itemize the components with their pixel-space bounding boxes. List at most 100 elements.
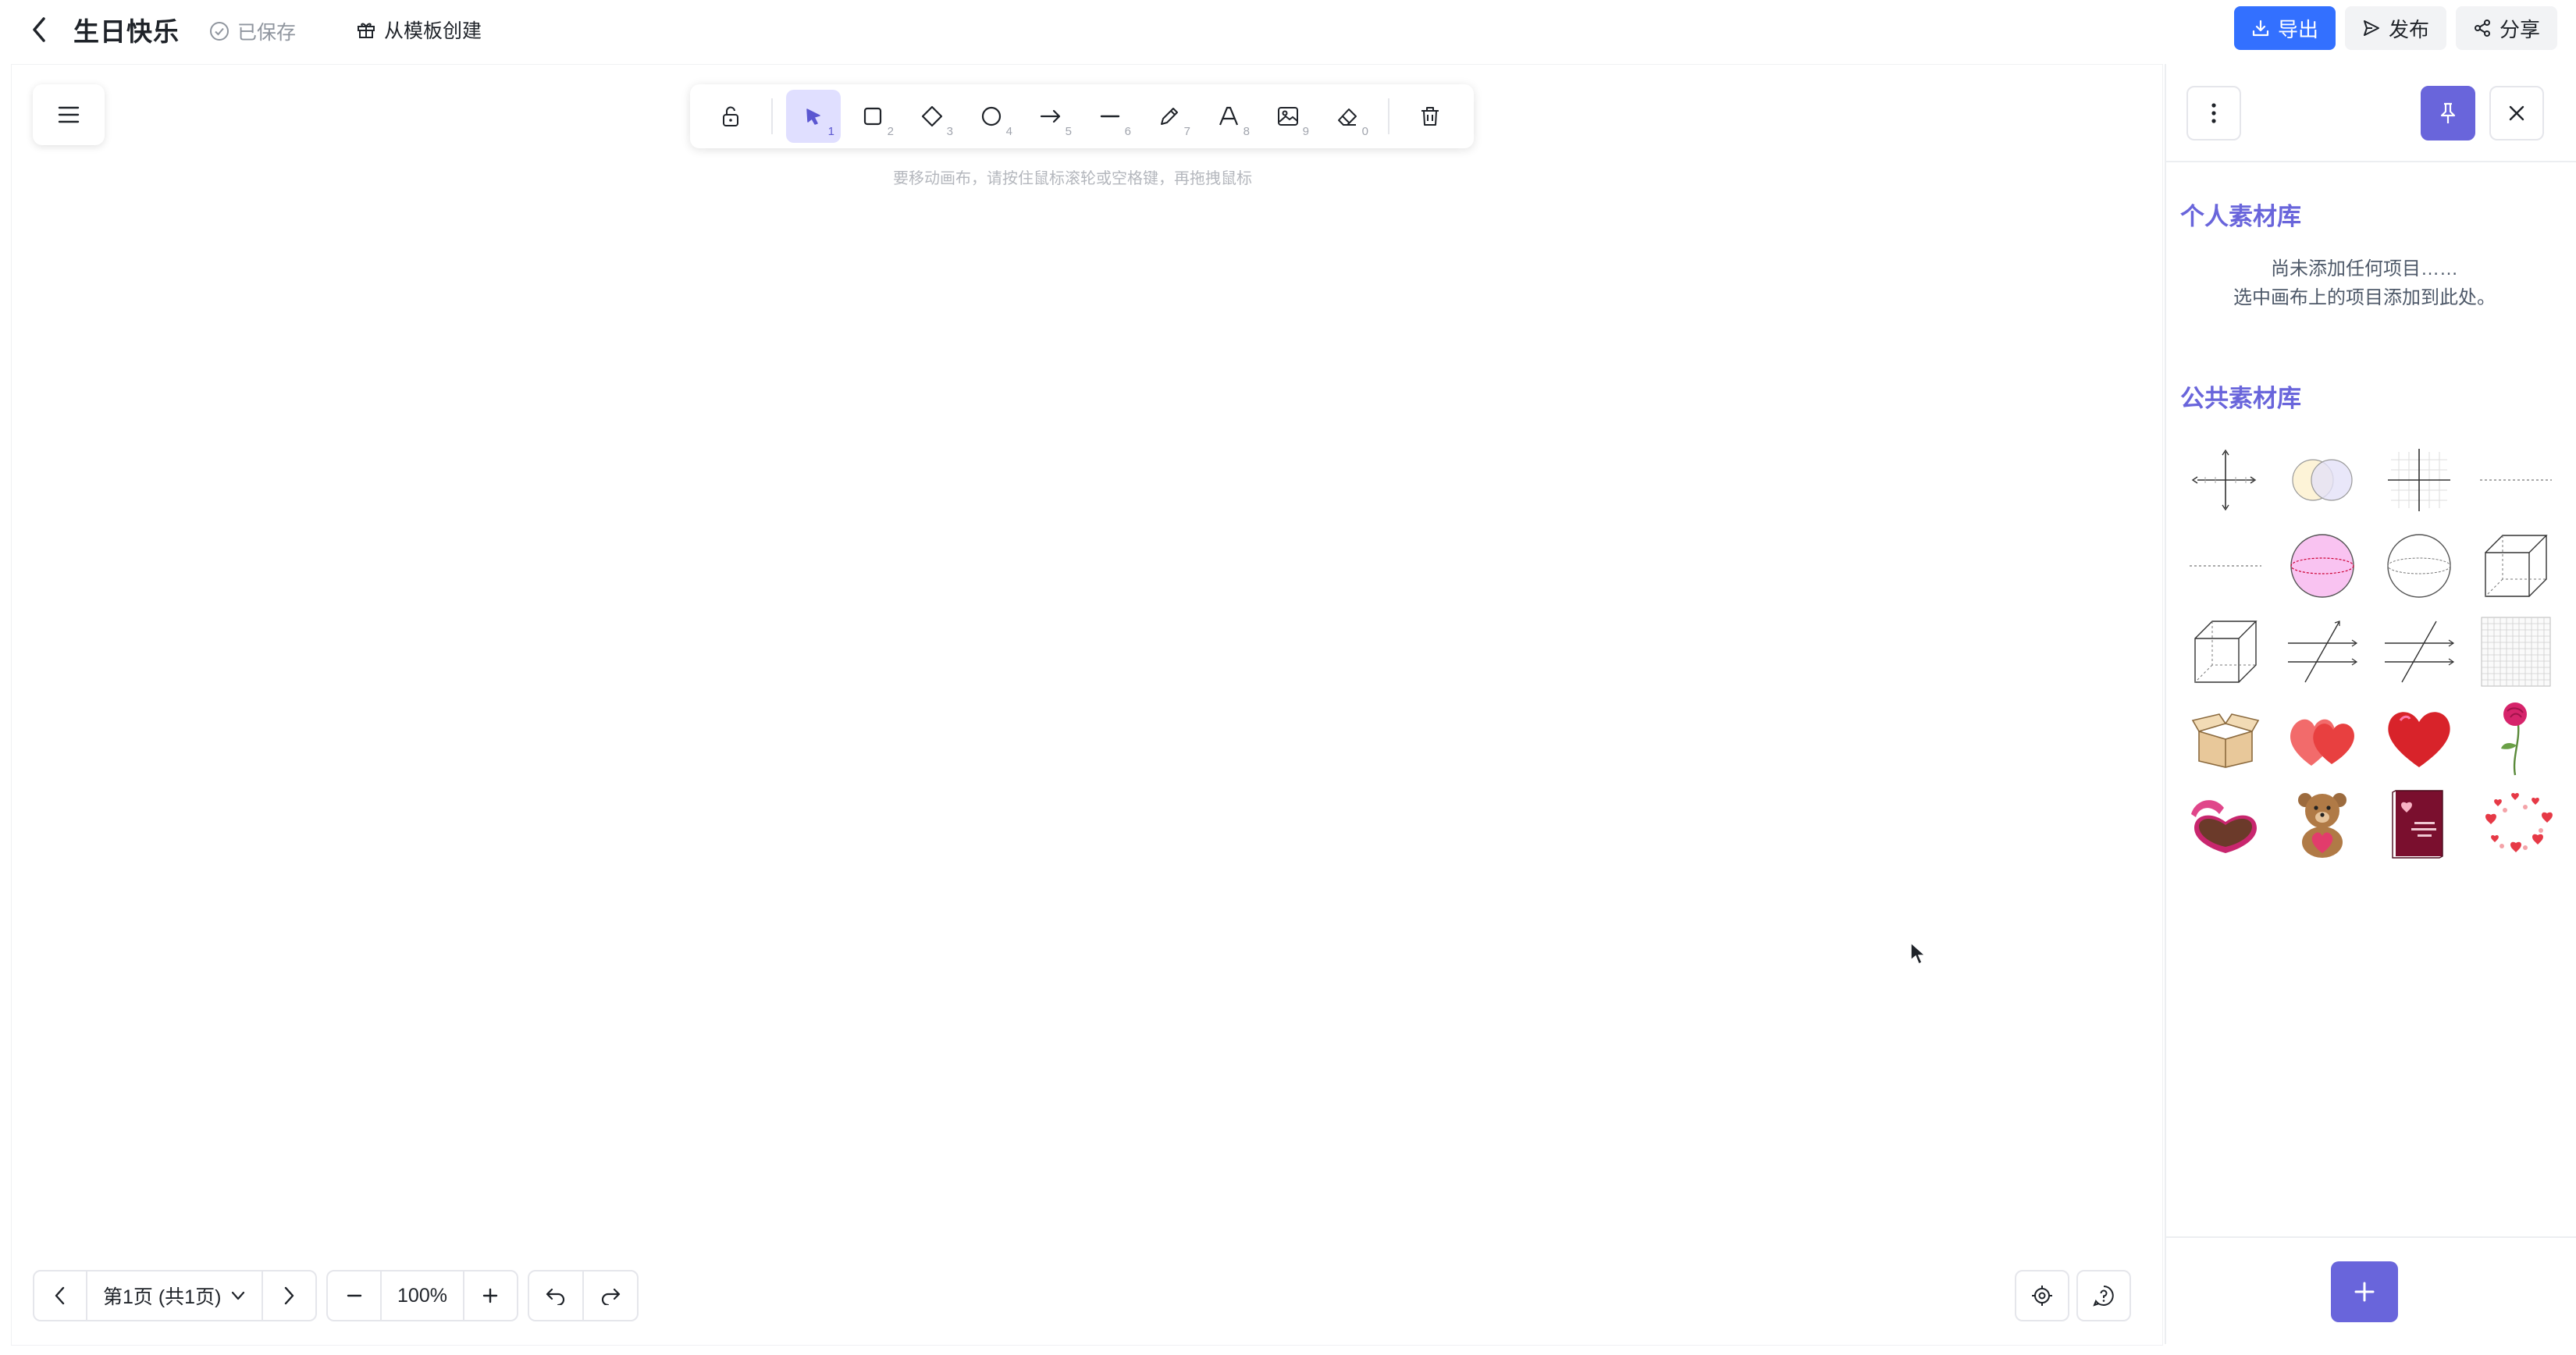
zoom-out-button[interactable] [328, 1271, 380, 1320]
saved-status: 已保存 [209, 17, 296, 45]
main-menu-button[interactable] [33, 84, 105, 145]
grid-axes-icon[interactable] [2371, 437, 2467, 523]
parallel-lines-icon[interactable] [2274, 609, 2371, 695]
library-more-button[interactable] [2186, 86, 2241, 140]
close-panel-button[interactable] [2489, 86, 2544, 140]
send-icon [2363, 20, 2379, 36]
export-button[interactable]: 导出 [2233, 6, 2336, 50]
undo-button[interactable] [529, 1271, 582, 1320]
publish-button[interactable]: 发布 [2344, 6, 2446, 50]
tool-key: 5 [1065, 125, 1072, 138]
recenter-button[interactable] [2015, 1270, 2069, 1321]
tool-select[interactable]: 1 [786, 90, 841, 143]
venn-diagram-icon[interactable] [2274, 437, 2371, 523]
hearts-wreath-icon[interactable] [2467, 781, 2564, 866]
export-label: 导出 [2277, 17, 2318, 41]
hamburger-icon [58, 106, 80, 123]
sphere-icon[interactable] [2371, 523, 2467, 609]
zoom-in-button[interactable] [464, 1271, 517, 1320]
pencil-icon [1161, 108, 1178, 125]
cube-icon[interactable] [2177, 609, 2274, 695]
public-library-grid [2177, 437, 2564, 866]
undo-icon [546, 1288, 565, 1305]
plus-icon [2354, 1282, 2375, 1302]
line-icon [1100, 115, 1120, 118]
chevron-left-icon [55, 1286, 65, 1305]
tool-arrow[interactable]: 5 [1023, 90, 1078, 143]
personal-library-title[interactable]: 个人素材库 [2180, 197, 2301, 232]
chevron-left-icon [33, 17, 45, 42]
arrow-icon [1040, 109, 1061, 123]
gift-box-icon[interactable] [2177, 695, 2274, 781]
tool-line[interactable]: 6 [1083, 90, 1137, 143]
help-icon [2093, 1286, 2114, 1307]
dotted-line-icon[interactable] [2177, 523, 2274, 609]
tool-text[interactable]: 8 [1201, 90, 1256, 143]
page-select[interactable]: 第1页 (共1页) [87, 1271, 262, 1320]
trash-icon [1421, 107, 1439, 126]
pointer-icon [806, 108, 820, 125]
tool-eraser[interactable]: 0 [1320, 90, 1375, 143]
toolbar-divider [1388, 98, 1389, 134]
grid-icon[interactable] [2467, 609, 2564, 695]
panel-footer-divider [2166, 1236, 2576, 1238]
valentine-card-icon[interactable] [2371, 781, 2467, 866]
pin-panel-button[interactable] [2421, 86, 2475, 140]
personal-library-empty: 尚未添加任何项目…… 选中画布上的项目添加到此处。 [2166, 254, 2563, 312]
tool-key: 7 [1183, 125, 1190, 138]
document-title[interactable]: 生日快乐 [73, 11, 180, 48]
tool-ellipse[interactable]: 4 [964, 90, 1019, 143]
chevron-right-icon [285, 1286, 294, 1305]
chocolate-box-icon[interactable] [2177, 781, 2274, 866]
canvas-hint: 要移动画布，请按住鼠标滚轮或空格键，再拖拽鼠标 [893, 170, 1252, 187]
close-icon [2509, 105, 2524, 121]
chevron-down-icon [232, 1291, 245, 1300]
help-button[interactable] [2076, 1270, 2131, 1321]
back-button[interactable] [23, 14, 55, 45]
next-page-button[interactable] [263, 1271, 315, 1320]
tool-key: 2 [887, 125, 894, 138]
previous-page-button[interactable] [34, 1271, 86, 1320]
minus-icon [347, 1294, 361, 1297]
gift-icon [358, 23, 375, 38]
tool-key: 1 [827, 125, 834, 138]
add-library-item-button[interactable] [2331, 1261, 2398, 1322]
diamond-icon [921, 105, 943, 127]
zoom-controls: 100% [326, 1270, 518, 1321]
create-from-template-button[interactable]: 从模板创建 [356, 16, 482, 44]
pink-sphere-icon[interactable] [2274, 523, 2371, 609]
download-icon [2252, 20, 2269, 37]
panel-header-divider [2166, 161, 2576, 162]
text-icon [1219, 106, 1239, 126]
share-icon [2474, 20, 2490, 37]
dotted-line-icon[interactable] [2467, 437, 2564, 523]
heart-icon[interactable] [2371, 695, 2467, 781]
tool-key: 0 [1361, 125, 1368, 138]
toolbar-divider [771, 98, 773, 134]
share-button[interactable]: 分享 [2455, 6, 2557, 50]
empty-line-1: 尚未添加任何项目…… [2271, 258, 2458, 279]
tool-diamond[interactable]: 3 [905, 90, 959, 143]
tool-image[interactable]: 9 [1261, 90, 1315, 143]
shape-toolbar: 1 2 3 4 5 6 7 8 9 0 [690, 84, 1474, 148]
publish-label: 发布 [2388, 17, 2429, 41]
top-actions: 导出 发布 分享 [2233, 6, 2557, 50]
teddy-bear-icon[interactable] [2274, 781, 2371, 866]
saved-status-label: 已保存 [237, 22, 297, 44]
drawing-canvas[interactable] [11, 64, 2163, 1346]
target-icon [2032, 1286, 2052, 1306]
zoom-level[interactable]: 100% [382, 1285, 462, 1307]
tool-draw[interactable]: 7 [1142, 90, 1197, 143]
parallel-lines-icon[interactable] [2371, 609, 2467, 695]
delete-tool[interactable] [1403, 90, 1457, 143]
public-library-title[interactable]: 公共素材库 [2180, 379, 2301, 414]
double-heart-icon[interactable] [2274, 695, 2371, 781]
cube-icon[interactable] [2467, 523, 2564, 609]
tool-rectangle[interactable]: 2 [845, 90, 900, 143]
redo-button[interactable] [584, 1271, 637, 1320]
lock-tool[interactable] [703, 90, 758, 143]
axes-icon[interactable] [2177, 437, 2274, 523]
page-label: 第1页 (共1页) [103, 1286, 222, 1308]
rose-icon[interactable] [2467, 695, 2564, 781]
tool-key: 4 [1005, 125, 1012, 138]
